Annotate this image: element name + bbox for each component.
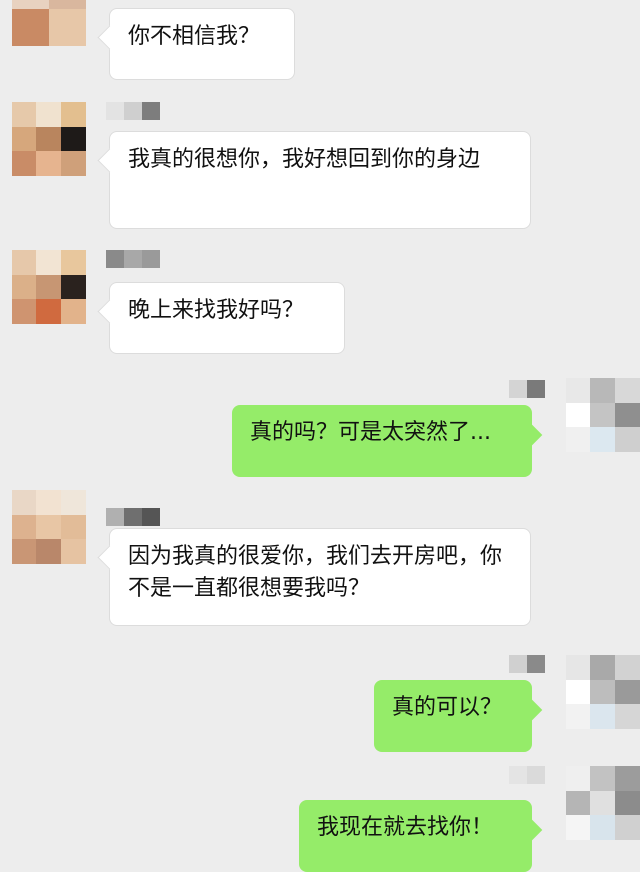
incoming-message[interactable]: 因为我真的很爱你，我们去开房吧，你不是一直都很想要我吗？ (109, 528, 531, 626)
self-avatar[interactable] (566, 378, 640, 452)
chat-screen: { "chat": { "messages": [ {"side": "in",… (0, 0, 640, 872)
incoming-message[interactable]: 我真的很想你，我好想回到你的身边 (109, 131, 531, 229)
outgoing-message[interactable]: 我现在就去找你！ (299, 800, 532, 872)
outgoing-message[interactable]: 真的吗？可是太突然了... (232, 405, 532, 477)
outgoing-message[interactable]: 真的可以？ (374, 680, 532, 752)
self-name-blurred (509, 766, 545, 784)
sender-name-blurred (106, 250, 160, 268)
self-name-blurred (509, 380, 545, 398)
contact-avatar[interactable] (12, 250, 86, 324)
self-avatar[interactable] (566, 766, 640, 840)
sender-name-blurred (106, 508, 160, 526)
self-avatar[interactable] (566, 655, 640, 729)
sender-name-blurred (106, 102, 160, 120)
contact-avatar[interactable] (12, 102, 86, 176)
incoming-message[interactable]: 晚上来找我好吗？ (109, 282, 345, 354)
contact-avatar[interactable] (12, 0, 86, 46)
incoming-message[interactable]: 你不相信我？ (109, 8, 295, 80)
self-name-blurred (509, 655, 545, 673)
contact-avatar[interactable] (12, 490, 86, 564)
